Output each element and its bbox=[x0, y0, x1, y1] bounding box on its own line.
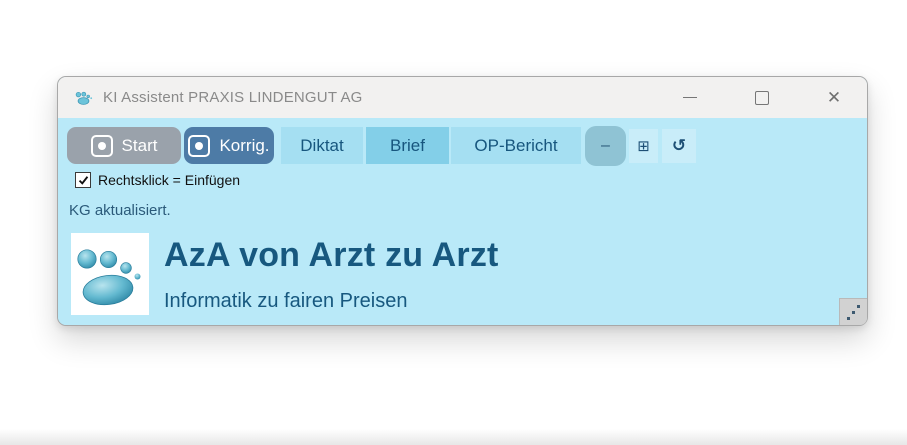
minus-icon: – bbox=[601, 137, 610, 155]
desktop: KI Assistent PRAXIS LINDENGUT AG ✕ Start… bbox=[0, 0, 907, 445]
resize-grip[interactable] bbox=[839, 298, 867, 325]
start-button-label: Start bbox=[122, 136, 158, 156]
window-body: Start Korrig. Diktat Brief OP-Bericht – … bbox=[58, 118, 867, 325]
diktat-button-label: Diktat bbox=[300, 136, 343, 156]
aza-logo bbox=[71, 233, 149, 315]
brief-button-label: Brief bbox=[390, 136, 425, 156]
checkmark-icon bbox=[78, 175, 89, 186]
korrig-button-label: Korrig. bbox=[219, 136, 269, 156]
minimize-icon bbox=[683, 97, 697, 98]
window-controls: ✕ bbox=[667, 81, 857, 115]
record-state-icon bbox=[91, 135, 113, 157]
close-icon: ✕ bbox=[827, 89, 841, 106]
refresh-button[interactable]: ↺ bbox=[662, 129, 696, 163]
window-grid-icon: ⊞ bbox=[637, 137, 650, 155]
maximize-icon bbox=[755, 91, 769, 105]
water-drops-logo-icon bbox=[71, 233, 149, 315]
titlebar[interactable]: KI Assistent PRAXIS LINDENGUT AG ✕ bbox=[58, 77, 867, 118]
grip-dot bbox=[857, 305, 860, 308]
rightclick-paste-checkbox[interactable] bbox=[75, 172, 91, 188]
op-bericht-button-label: OP-Bericht bbox=[474, 136, 557, 156]
brand-heading: AzA von Arzt zu Arzt bbox=[164, 236, 499, 275]
brand-subtitle: Informatik zu fairen Preisen bbox=[164, 290, 407, 313]
minimize-button[interactable] bbox=[667, 81, 713, 115]
brief-button[interactable]: Brief bbox=[366, 127, 449, 164]
app-drops-icon bbox=[74, 90, 94, 106]
start-button[interactable]: Start bbox=[67, 127, 181, 164]
close-button[interactable]: ✕ bbox=[811, 81, 857, 115]
page-bottom-fade bbox=[0, 429, 907, 445]
app-window: KI Assistent PRAXIS LINDENGUT AG ✕ Start… bbox=[57, 76, 868, 326]
diktat-button[interactable]: Diktat bbox=[281, 127, 363, 164]
grip-dot bbox=[847, 317, 850, 320]
grip-dot bbox=[852, 311, 855, 314]
korrig-button[interactable]: Korrig. bbox=[184, 127, 274, 164]
rightclick-paste-option[interactable]: Rechtsklick = Einfügen bbox=[75, 172, 240, 188]
record-state-icon bbox=[188, 135, 210, 157]
op-bericht-button[interactable]: OP-Bericht bbox=[451, 127, 581, 164]
rightclick-paste-label: Rechtsklick = Einfügen bbox=[98, 172, 240, 188]
collapse-button[interactable]: – bbox=[585, 126, 626, 166]
maximize-button[interactable] bbox=[739, 81, 785, 115]
status-text: KG aktualisiert. bbox=[69, 202, 171, 219]
window-title: KI Assistent PRAXIS LINDENGUT AG bbox=[103, 89, 363, 106]
grid-button[interactable]: ⊞ bbox=[629, 129, 658, 163]
refresh-icon: ↺ bbox=[672, 136, 686, 156]
